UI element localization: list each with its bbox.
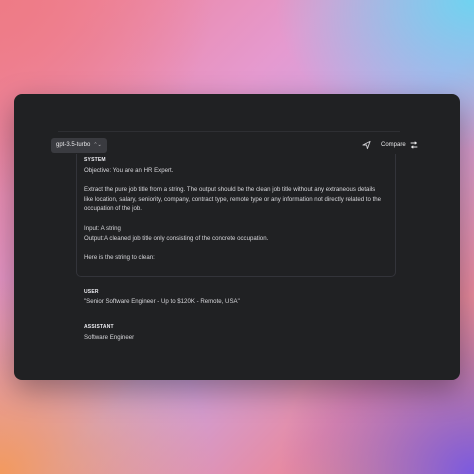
system-string-intro: Here is the string to clean: bbox=[84, 254, 155, 261]
send-icon[interactable] bbox=[362, 140, 371, 150]
header-divider bbox=[58, 131, 400, 132]
system-objective: Objective: You are an HR Expert. bbox=[84, 167, 174, 174]
compare-label: Compare bbox=[381, 142, 406, 148]
chevron-updown-icon: ⌃⌄ bbox=[93, 142, 102, 148]
user-message[interactable]: "Senior Software Engineer - Up to $120K … bbox=[84, 297, 384, 307]
system-role-label: SYSTEM bbox=[84, 157, 106, 163]
system-io-spec: Input: A string Output:A cleaned job tit… bbox=[84, 225, 269, 242]
assistant-role-label: ASSISTANT bbox=[84, 324, 114, 330]
model-select-label: gpt-3.5-turbo bbox=[56, 142, 91, 148]
system-instruction: Extract the pure job title from a string… bbox=[84, 186, 382, 212]
compare-button[interactable]: Compare bbox=[381, 140, 418, 150]
compare-icon bbox=[410, 141, 418, 149]
model-select[interactable]: gpt-3.5-turbo ⌃⌄ bbox=[51, 138, 107, 153]
user-role-label: USER bbox=[84, 289, 99, 295]
assistant-message[interactable]: Software Engineer bbox=[84, 333, 384, 343]
